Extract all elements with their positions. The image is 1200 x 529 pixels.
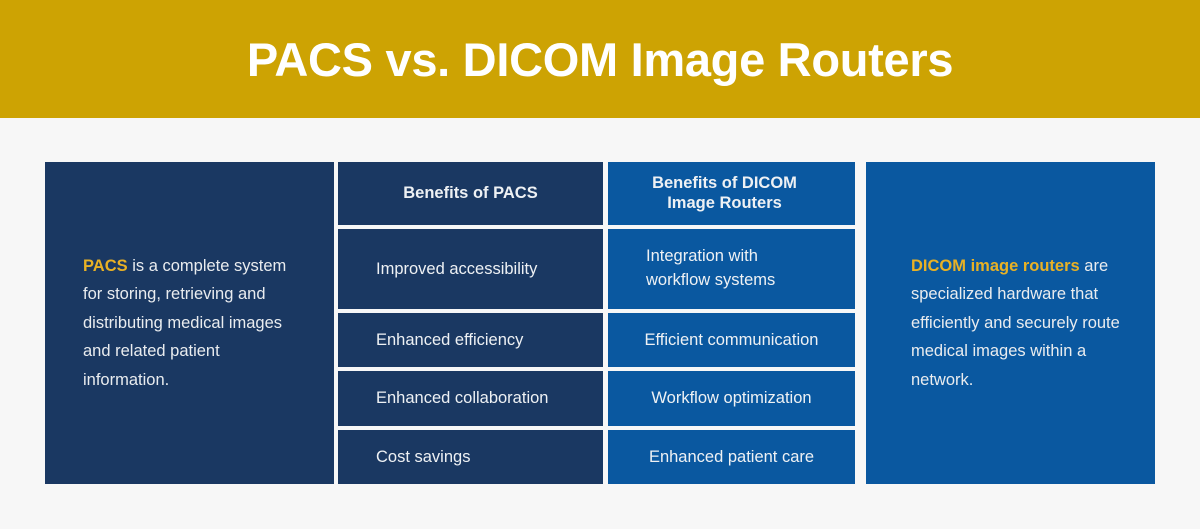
cell-pacs-benefit: Enhanced collaboration xyxy=(338,371,603,426)
table-row: Improved accessibility Integration with … xyxy=(338,229,855,309)
pacs-description-panel: PACS is a complete system for storing, r… xyxy=(45,162,334,484)
column-header-dicom: Benefits of DICOM Image Routers xyxy=(608,162,855,225)
page-title: PACS vs. DICOM Image Routers xyxy=(246,32,954,86)
cell-pacs-benefit: Enhanced efficiency xyxy=(338,312,603,368)
cell-dicom-benefit: Enhanced patient care xyxy=(608,429,855,485)
column-header-pacs: Benefits of PACS xyxy=(338,162,603,225)
table-header-row: Benefits of PACS Benefits of DICOM Image… xyxy=(338,162,855,225)
cell-dicom-benefit: Workflow optimization xyxy=(608,371,855,426)
table-row: Enhanced collaboration Workflow optimiza… xyxy=(338,371,855,426)
content-block: PACS is a complete system for storing, r… xyxy=(45,162,1155,485)
header-band: PACS vs. DICOM Image Routers xyxy=(0,0,1200,118)
pacs-accent-term: PACS xyxy=(83,257,128,276)
cell-dicom-benefit: Efficient communication xyxy=(608,312,855,368)
pacs-description-body: is a complete system for storing, retrie… xyxy=(83,257,287,389)
pacs-description-text: PACS is a complete system for storing, r… xyxy=(45,252,334,394)
dicom-description-body: are specialized hardware that efficientl… xyxy=(911,257,1120,389)
cell-pacs-benefit: Cost savings xyxy=(338,429,603,485)
dicom-description-text: DICOM image routers are specialized hard… xyxy=(866,252,1155,394)
dicom-description-panel: DICOM image routers are specialized hard… xyxy=(866,162,1155,484)
table-row: Cost savings Enhanced patient care xyxy=(338,429,855,485)
comparison-table: Benefits of PACS Benefits of DICOM Image… xyxy=(334,162,860,485)
infographic-root: PACS vs. DICOM Image Routers PACS is a c… xyxy=(0,0,1200,529)
cell-dicom-benefit: Integration with workflow systems xyxy=(608,229,855,309)
cell-pacs-benefit: Improved accessibility xyxy=(338,229,603,309)
dicom-accent-term: DICOM image routers xyxy=(911,257,1080,276)
table-row: Enhanced efficiency Efficient communicat… xyxy=(338,312,855,368)
